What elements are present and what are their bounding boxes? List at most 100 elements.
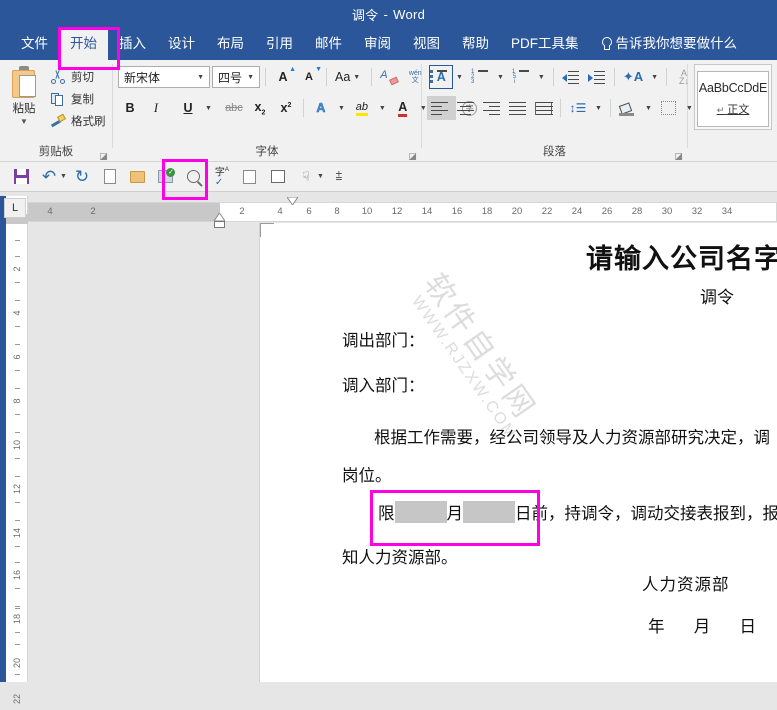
paragraph-dialog-launcher-icon[interactable]: ◪ (674, 152, 683, 161)
tab-review[interactable]: 审阅 (353, 30, 402, 60)
tab-mailings[interactable]: 邮件 (304, 30, 353, 60)
shading-caret-icon[interactable]: ▼ (642, 105, 655, 112)
numbering-caret-icon[interactable]: ▼ (494, 74, 507, 81)
style-normal[interactable]: AaBbCcDdE ↵ 正文 (697, 71, 769, 127)
spelling-button[interactable]: 字A✓ (209, 165, 235, 189)
text-effects-button[interactable]: A (309, 96, 333, 120)
bold-button[interactable]: B (118, 96, 142, 120)
month-blank-field[interactable] (395, 501, 447, 523)
increase-indent-button[interactable] (585, 65, 609, 89)
font-size-value: 四号 (218, 69, 244, 86)
print-preview-button[interactable] (181, 165, 207, 189)
numbering-button[interactable]: 123 (468, 65, 492, 89)
tab-pdf-tools[interactable]: PDF工具集 (500, 30, 590, 60)
clear-formatting-button[interactable]: A (377, 65, 401, 89)
multilevel-list-button[interactable]: 15i (509, 65, 533, 89)
grow-font-button[interactable]: A▲ (271, 65, 295, 89)
signature-date: 年 月 日 (648, 613, 768, 637)
multilevel-caret-icon[interactable]: ▼ (535, 74, 548, 81)
bullets-button[interactable] (427, 65, 451, 89)
new-document-button[interactable] (97, 165, 123, 189)
signature-department: 人力资源部 (642, 571, 730, 595)
first-line-indent-marker[interactable] (287, 197, 298, 205)
vruler-tick-12: 12 (12, 478, 22, 500)
text-effects-caret-icon[interactable]: ▼ (335, 105, 348, 112)
horizontal-ruler[interactable]: 4 2 2 4 6 8 10 12 14 16 18 20 22 24 26 2… (28, 202, 777, 222)
clipboard-dialog-launcher-icon[interactable]: ◪ (99, 152, 108, 161)
font-size-combobox[interactable]: 四号 ▼ (212, 66, 260, 88)
decrease-indent-button[interactable] (559, 65, 583, 89)
save-icon (14, 169, 29, 184)
day-blank-field[interactable] (463, 501, 515, 523)
tab-file[interactable]: 文件 (10, 30, 59, 60)
underline-button[interactable]: U (176, 96, 200, 120)
tell-me-search[interactable]: 告诉我你想要做什么 (590, 30, 749, 60)
styles-gallery: AaBbCcDdE ↵ 正文 (694, 64, 772, 130)
scissors-icon (50, 69, 66, 85)
left-indent-marker[interactable] (214, 221, 225, 228)
line-spacing-caret-icon[interactable]: ▼ (592, 105, 605, 112)
cut-button[interactable]: 剪切 (48, 67, 110, 86)
tab-view[interactable]: 视图 (402, 30, 451, 60)
asian-layout-caret-icon[interactable]: ▼ (648, 74, 661, 81)
tab-stop-selector[interactable]: L (4, 198, 26, 218)
tab-help[interactable]: 帮助 (451, 30, 500, 60)
edit-table-button[interactable] (265, 165, 291, 189)
tab-layout[interactable]: 布局 (206, 30, 255, 60)
text-highlight-button[interactable]: ab (350, 96, 374, 120)
italic-button[interactable]: I (144, 96, 168, 120)
align-right-button[interactable] (479, 96, 503, 120)
vertical-ruler[interactable]: 2 4 6 8 10 12 14 16 18 20 22 (6, 196, 28, 682)
line-from-department: 调出部门： (342, 328, 425, 354)
redo-button[interactable]: ↻ (69, 165, 95, 189)
font-color-icon: A (398, 100, 407, 117)
paste-button[interactable]: 粘贴 ▼ (0, 64, 48, 126)
hanging-indent-marker[interactable] (214, 213, 225, 221)
shrink-font-button[interactable]: A▼ (297, 65, 321, 89)
touch-mode-button[interactable]: ☟ (293, 165, 319, 189)
tab-home[interactable]: 开始 (59, 30, 108, 60)
tab-stop-marker-label: L (12, 202, 18, 214)
underline-dropdown-caret-icon[interactable]: ▼ (202, 105, 215, 112)
subscript-icon: x2 (255, 100, 266, 117)
quick-print-button[interactable]: ✓ (153, 165, 179, 189)
tab-references[interactable]: 引用 (255, 30, 304, 60)
copy-button[interactable]: 复制 (48, 89, 110, 108)
highlighter-icon: ab (356, 101, 368, 116)
asian-layout-button[interactable]: ✦A (620, 65, 646, 89)
vruler-tick-8: 8 (12, 390, 22, 412)
tab-insert[interactable]: 插入 (108, 30, 157, 60)
bullets-caret-icon[interactable]: ▼ (453, 74, 466, 81)
undo-button[interactable]: ↶ (36, 165, 62, 189)
distribute-button[interactable] (531, 96, 555, 120)
vruler-tick-20: 20 (12, 652, 22, 674)
chevron-down-icon[interactable]: ▼ (244, 74, 257, 81)
strikethrough-button[interactable]: abc (222, 96, 246, 120)
highlight-caret-icon[interactable]: ▼ (376, 105, 389, 112)
justify-button[interactable] (505, 96, 529, 120)
borders-button[interactable] (657, 96, 681, 120)
font-name-combobox[interactable]: 新宋体 ▼ (118, 66, 210, 88)
format-painter-button[interactable]: 格式刷 (48, 111, 110, 130)
attachment-button[interactable] (237, 165, 263, 189)
superscript-button[interactable]: x2 (274, 96, 298, 120)
align-center-button[interactable] (453, 96, 477, 120)
align-left-button[interactable] (427, 96, 451, 120)
shading-button[interactable] (616, 96, 640, 120)
subscript-button[interactable]: x2 (248, 96, 272, 120)
open-button[interactable] (125, 165, 151, 189)
document-page[interactable]: 软件自学网 WWW.RJZXW.COM 请输入公司名字 调令 调出部门： 调入部… (260, 223, 777, 682)
paste-dropdown-caret-icon[interactable]: ▼ (20, 117, 28, 126)
chevron-down-icon[interactable]: ▼ (194, 74, 207, 81)
limit-month-label: 月 (447, 504, 464, 523)
change-case-button[interactable]: Aa▼ (332, 65, 366, 89)
line-spacing-button[interactable]: ↕☰ (566, 96, 590, 120)
hruler-tick-28: 28 (632, 206, 643, 217)
tab-design[interactable]: 设计 (157, 30, 206, 60)
title-separator: - (383, 7, 388, 22)
customize-qat-button[interactable]: ⩲ (326, 165, 352, 189)
font-color-button[interactable]: A (391, 96, 415, 120)
save-button[interactable] (8, 165, 34, 189)
font-dialog-launcher-icon[interactable]: ◪ (408, 152, 417, 161)
document-canvas[interactable]: 软件自学网 WWW.RJZXW.COM 请输入公司名字 调令 调出部门： 调入部… (28, 223, 777, 682)
